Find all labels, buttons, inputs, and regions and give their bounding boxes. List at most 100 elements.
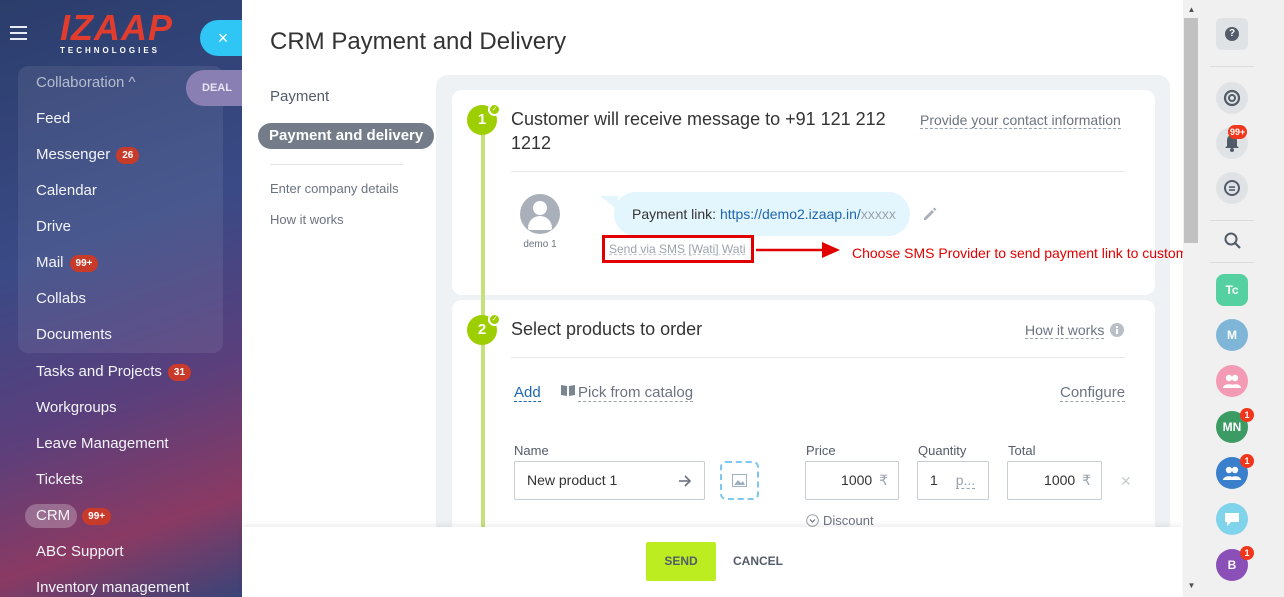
help-button[interactable]: ? (1216, 18, 1248, 50)
timeman-button[interactable] (1216, 82, 1248, 114)
deal-tab[interactable]: DEAL (186, 70, 242, 106)
sidebar-item-documents[interactable]: Documents (36, 325, 112, 345)
sidebar-item-mail[interactable]: Mail 99+ (36, 253, 99, 273)
mail-counter: 99+ (69, 254, 99, 272)
menu-item-payment-delivery[interactable]: Payment and delivery (258, 123, 435, 149)
product-image-upload[interactable] (720, 461, 759, 500)
product-name-value: New product 1 (527, 472, 618, 488)
company-logo[interactable]: IZAAP TECHNOLOGIES (60, 7, 173, 58)
scrollbar[interactable]: ▲ ▼ (1183, 0, 1200, 597)
message-bubble: Payment link: https://demo2.izaap.in/xxx… (614, 192, 910, 236)
contact-avatar-m[interactable]: M (1216, 319, 1248, 351)
cancel-button[interactable]: CANCEL (728, 542, 788, 581)
price-input[interactable]: 1000 ₹ (805, 461, 899, 500)
divider (1210, 220, 1254, 221)
sidebar-item-collabs[interactable]: Collabs (36, 289, 86, 309)
scroll-down-icon[interactable]: ▼ (1183, 578, 1200, 594)
sidebar-item-messenger[interactable]: Messenger 26 (36, 145, 140, 165)
discount-toggle[interactable]: Discount (806, 513, 874, 528)
sidebar-item-label: Calendar (36, 182, 97, 199)
check-icon: ✓ (488, 103, 501, 116)
product-name-input[interactable]: New product 1 (514, 461, 705, 500)
open-lines-avatar[interactable] (1216, 503, 1248, 535)
unread-badge: 1 (1240, 546, 1254, 560)
book-icon (561, 385, 575, 396)
menu-item-payment[interactable]: Payment (270, 88, 329, 105)
close-slider-button[interactable]: × (200, 20, 242, 56)
sidebar-item-drive[interactable]: Drive (36, 217, 71, 237)
avatar-head (533, 201, 547, 215)
left-sidebar: IZAAP TECHNOLOGIES Collaboration ^ Feed … (0, 0, 242, 597)
chevron-down-icon (806, 514, 819, 527)
sidebar-item-abc-support[interactable]: ABC Support (36, 542, 124, 562)
configure-link[interactable]: Configure (1060, 385, 1126, 402)
payment-link[interactable]: https://demo2.izaap.in/ (720, 206, 861, 222)
price-value: 1000 (841, 472, 873, 488)
close-icon: × (217, 28, 229, 48)
sidebar-item-collaboration[interactable]: Collaboration ^ (36, 73, 136, 93)
arrow-right-icon[interactable] (678, 474, 692, 488)
right-toolbar: ? 99+ Tc M MN 1 1 B 1 (1200, 0, 1284, 597)
chat-button[interactable] (1216, 172, 1248, 204)
sidebar-item-label: Workgroups (36, 399, 117, 416)
step-1-heading-line1: Customer will receive message to +91 121… (511, 109, 886, 129)
divider (511, 171, 1125, 172)
pick-from-catalog-link[interactable]: Pick from catalog (578, 385, 694, 402)
currency-symbol: ₹ (879, 472, 888, 488)
sidebar-item-feed[interactable]: Feed (36, 109, 70, 129)
sidebar-item-label: Inventory management (36, 579, 190, 596)
sidebar-item-calendar[interactable]: Calendar (36, 181, 97, 201)
scroll-thumb[interactable] (1184, 18, 1198, 243)
step-1-heading-line2: 1212 (511, 133, 552, 153)
sidebar-item-tasks[interactable]: Tasks and Projects 31 (36, 362, 192, 382)
sidebar-item-tickets[interactable]: Tickets (36, 470, 83, 490)
sidebar-item-inventory[interactable]: Inventory management (36, 578, 189, 597)
contact-info-link[interactable]: Provide your contact information (920, 112, 1121, 129)
add-product-link[interactable]: Add (514, 385, 541, 402)
quantity-input[interactable]: 1 p... (917, 461, 989, 500)
sidebar-item-workgroups[interactable]: Workgroups (36, 398, 117, 418)
scroll-up-icon[interactable]: ▲ (1183, 2, 1200, 18)
remove-product-icon[interactable]: ✕ (1120, 473, 1132, 490)
currency-symbol: ₹ (1082, 472, 1091, 488)
notifications-button[interactable]: 99+ (1216, 125, 1248, 159)
footer-bar: SEND CANCEL (242, 527, 1182, 597)
payment-link-suffix: xxxxx (860, 206, 896, 222)
group-chat-avatar[interactable] (1216, 365, 1248, 397)
logo-text: IZAAP (60, 7, 173, 48)
bubble-prefix: Payment link: (632, 206, 720, 222)
group-chat-avatar[interactable]: 1 (1216, 454, 1254, 489)
contact-avatar-b[interactable]: B 1 (1216, 546, 1254, 581)
sidebar-item-label: Drive (36, 218, 72, 235)
info-icon[interactable] (1110, 323, 1124, 337)
chat-icon (1224, 180, 1240, 196)
quantity-label: Quantity (918, 443, 967, 458)
sms-provider-selector[interactable]: Send via SMS [Wati] Wati (609, 242, 745, 256)
quantity-unit-selector[interactable]: p... (955, 472, 976, 489)
clock-icon (1223, 89, 1241, 107)
send-button[interactable]: SEND (646, 542, 716, 581)
sidebar-item-crm[interactable]: CRM 99+ (36, 506, 112, 526)
contact-avatar-tc[interactable]: Tc (1216, 274, 1248, 306)
how-it-works-link[interactable]: How it works (1025, 322, 1105, 339)
avatar (520, 194, 560, 234)
discount-label: Discount (823, 513, 874, 528)
step-2-heading: Select products to order (511, 319, 703, 339)
sidebar-item-leave[interactable]: Leave Management (36, 434, 169, 454)
total-input[interactable]: 1000 ₹ (1007, 461, 1102, 500)
search-icon[interactable] (1224, 232, 1242, 250)
page-title: CRM Payment and Delivery (270, 28, 567, 55)
users-icon (1223, 374, 1241, 388)
help-icon: ? (1225, 27, 1239, 41)
menu-item-how-it-works[interactable]: How it works (270, 212, 344, 227)
pencil-icon[interactable] (922, 206, 938, 222)
divider (1210, 262, 1254, 263)
contact-avatar-mn[interactable]: MN 1 (1216, 408, 1254, 443)
app-root: IZAAP TECHNOLOGIES Collaboration ^ Feed … (0, 0, 1284, 597)
sidebar-item-label: Collabs (36, 290, 87, 307)
step-1-heading: Customer will receive message to +91 121… (511, 107, 886, 155)
menu-item-company-details[interactable]: Enter company details (270, 181, 399, 196)
menu-icon[interactable] (10, 26, 27, 40)
notifications-badge: 99+ (1228, 125, 1248, 139)
check-icon: ✓ (488, 313, 501, 326)
